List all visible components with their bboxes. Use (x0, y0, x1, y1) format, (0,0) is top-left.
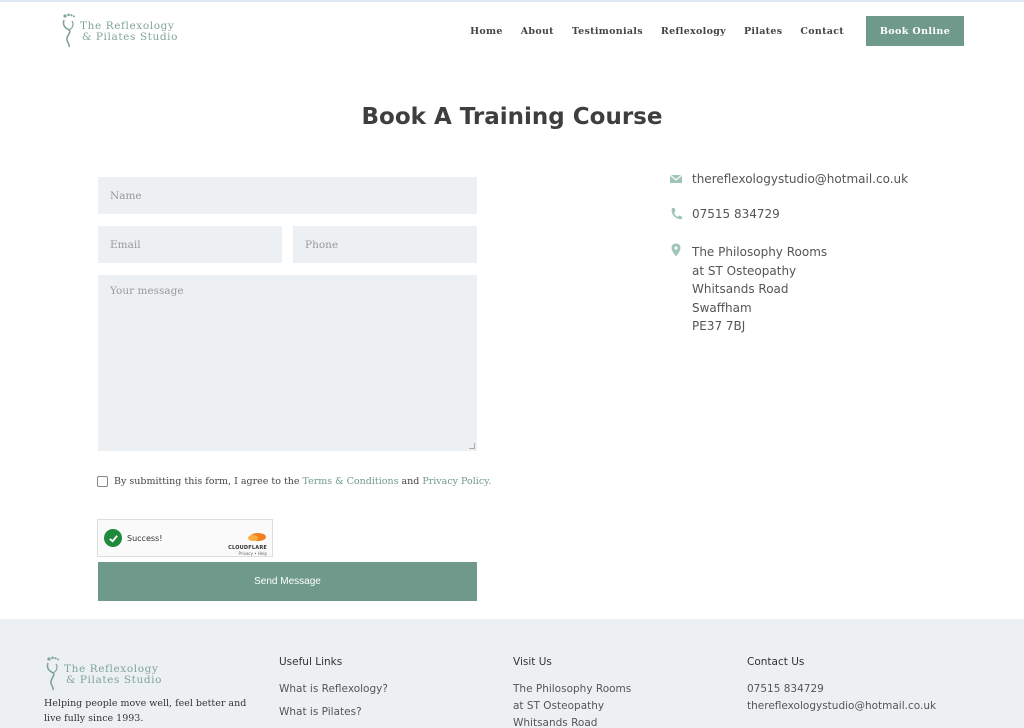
visit-line: The Philosophy Rooms (513, 683, 632, 695)
foot-figure-icon (46, 656, 59, 691)
contact-phone[interactable]: 07515 834729 (692, 207, 780, 221)
footer-useful-links: Useful Links What is Reflexology? What i… (279, 656, 388, 727)
privacy-link[interactable]: Privacy Policy. (422, 476, 491, 487)
footer-email[interactable]: thereflexologystudio@hotmail.co.uk (747, 698, 936, 715)
footer-logo-line-2: & Pilates Studio (66, 674, 163, 686)
nav-about[interactable]: About (521, 26, 554, 37)
phone-icon (668, 207, 684, 221)
email-input[interactable]: Email (98, 226, 282, 263)
email-placeholder: Email (110, 238, 141, 251)
contact-phone-row: 07515 834729 (668, 207, 780, 221)
visit-line: Whitsands Road (513, 717, 598, 728)
footer-logo[interactable]: The Reflexology & Pilates Studio (44, 655, 162, 691)
name-input[interactable]: Name (98, 177, 477, 214)
consent-checkbox[interactable] (97, 476, 108, 487)
address-line: Swaffham (692, 300, 752, 315)
book-online-button[interactable]: Book Online (866, 16, 964, 46)
visit-us-heading: Visit Us (513, 656, 552, 668)
useful-links-heading: Useful Links (279, 656, 343, 668)
captcha-brand: CLOUDFLARE Privacy • Help (228, 526, 267, 556)
contact-us-heading: Contact Us (747, 656, 805, 668)
footer-visit-us: Visit Us The Philosophy Rooms at ST Oste… (513, 656, 631, 728)
address-line: at ST Osteopathy (692, 263, 797, 278)
nav-home[interactable]: Home (470, 26, 503, 37)
consent-and: and (401, 476, 420, 487)
message-placeholder: Your message (110, 285, 184, 297)
phone-input[interactable]: Phone (293, 226, 477, 263)
site-footer: The Reflexology & Pilates Studio Helping… (0, 619, 1024, 728)
cloudflare-cloud-icon (248, 533, 266, 541)
logo-line-2: & Pilates Studio (82, 31, 179, 43)
contact-address-row: The Philosophy Rooms at ST Osteopathy Wh… (668, 243, 827, 336)
nav-contact[interactable]: Contact (800, 26, 844, 37)
site-header: The Reflexology & Pilates Studio Home Ab… (0, 2, 1024, 64)
footer-tagline: Helping people move well, feel better an… (44, 698, 247, 724)
address-line: Whitsands Road (692, 282, 789, 297)
phone-placeholder: Phone (305, 238, 339, 251)
main-nav: Home About Testimonials Reflexology Pila… (470, 26, 844, 37)
footer-link-pilates[interactable]: What is Pilates? (279, 704, 388, 721)
address-line: PE37 7BJ (692, 319, 746, 334)
send-message-button[interactable]: Send Message (98, 562, 477, 601)
address-line: The Philosophy Rooms (692, 245, 828, 259)
envelope-icon (668, 172, 684, 186)
captcha-links[interactable]: Privacy • Help (228, 551, 267, 556)
nav-pilates[interactable]: Pilates (744, 26, 782, 37)
captcha-status: Success! (127, 533, 163, 543)
footer-link-reflexology[interactable]: What is Reflexology? (279, 681, 388, 698)
logo-text: The Reflexology & Pilates Studio (80, 21, 178, 43)
captcha-widget[interactable]: Success! CLOUDFLARE Privacy • Help (97, 519, 273, 557)
contact-email-row: thereflexologystudio@hotmail.co.uk (668, 172, 908, 186)
footer-phone[interactable]: 07515 834729 (747, 681, 936, 698)
message-textarea[interactable]: Your message (98, 275, 477, 451)
terms-link[interactable]: Terms & Conditions (303, 476, 399, 487)
success-check-icon (104, 529, 122, 547)
consent-text: By submitting this form, I agree to the (114, 476, 300, 487)
consent-row: By submitting this form, I agree to the … (97, 476, 494, 487)
nav-reflexology[interactable]: Reflexology (661, 26, 726, 37)
nav-testimonials[interactable]: Testimonials (572, 26, 643, 37)
resize-handle[interactable] (469, 443, 475, 449)
contact-address: The Philosophy Rooms at ST Osteopathy Wh… (692, 243, 827, 336)
page-title: Book A Training Course (361, 104, 663, 130)
footer-logo-text: The Reflexology & Pilates Studio (64, 664, 162, 691)
site-logo[interactable]: The Reflexology & Pilates Studio (60, 12, 178, 48)
location-pin-icon (668, 243, 684, 336)
foot-figure-icon (62, 13, 75, 48)
footer-contact-us: Contact Us 07515 834729 thereflexologyst… (747, 656, 936, 715)
contact-email[interactable]: thereflexologystudio@hotmail.co.uk (692, 172, 908, 186)
visit-line: at ST Osteopathy (513, 700, 605, 712)
name-placeholder: Name (110, 189, 142, 202)
